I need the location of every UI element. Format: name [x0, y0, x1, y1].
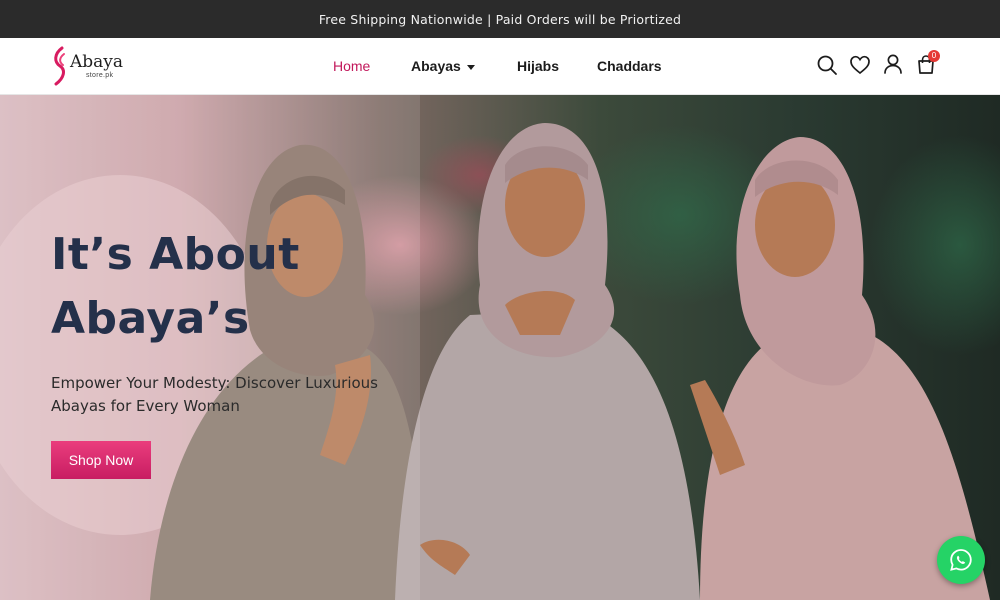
hero-title: It’s About Abaya’s [51, 223, 300, 351]
hero-title-line2: Abaya’s [51, 293, 250, 344]
announcement-text: Free Shipping Nationwide | Paid Orders w… [318, 11, 682, 27]
shop-now-button[interactable]: Shop Now [51, 441, 151, 479]
hero-title-line1: It’s About [51, 229, 300, 280]
site-header: Abaya store.pk Home Abayas Hijabs Chadda… [0, 38, 1000, 95]
logo-mark-icon [54, 46, 65, 86]
nav-item-abayas[interactable]: Abayas [411, 58, 475, 74]
chevron-down-icon [466, 64, 475, 70]
brand-name: Abaya [70, 52, 124, 72]
hero-banner: It’s About Abaya’s Empower Your Modesty:… [0, 95, 1000, 600]
nav-item-hijabs[interactable]: Hijabs [517, 58, 559, 74]
nav-item-abayas-label: Abayas [411, 58, 461, 74]
whatsapp-icon [950, 549, 972, 571]
user-icon[interactable] [882, 53, 904, 75]
hero-subtitle: Empower Your Modesty: Discover Luxurious… [51, 374, 378, 415]
nav-item-home[interactable]: Home [333, 58, 370, 74]
brand-logo[interactable]: Abaya store.pk [50, 44, 130, 88]
search-icon[interactable] [816, 54, 838, 76]
heart-icon[interactable] [849, 54, 871, 76]
nav-item-chaddars[interactable]: Chaddars [597, 58, 662, 74]
brand-subtext: store.pk [86, 72, 114, 79]
announcement-bar: Free Shipping Nationwide | Paid Orders w… [0, 0, 1000, 38]
cart-count-badge: 0 [928, 50, 940, 62]
whatsapp-button[interactable] [937, 536, 985, 584]
